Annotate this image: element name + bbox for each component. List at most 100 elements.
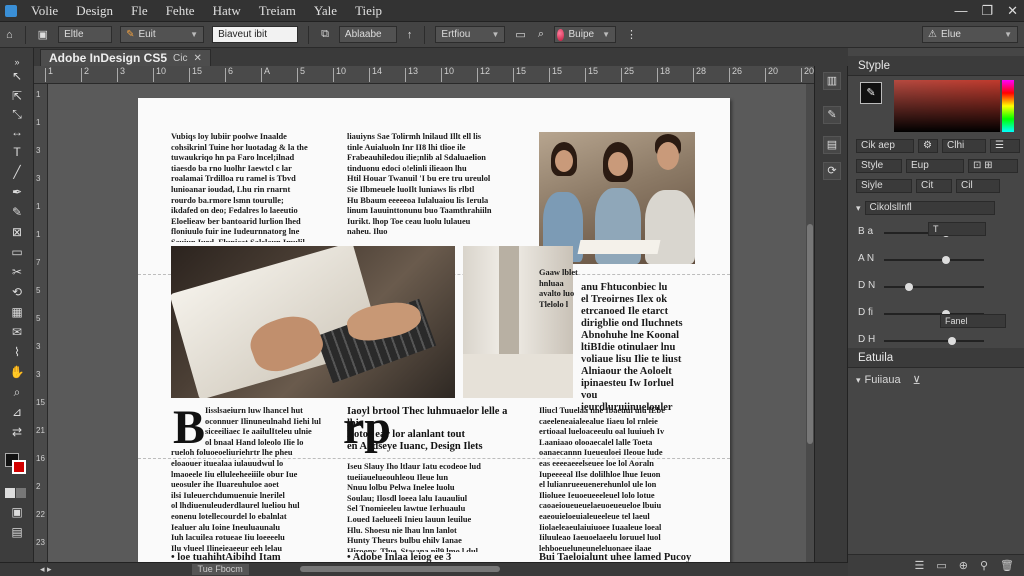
- effects-dropdown[interactable]: Ertfiou ▼: [435, 26, 506, 43]
- link-icon[interactable]: ⚲: [980, 559, 988, 572]
- document-page[interactable]: Vubiqs loy lubiir poolwe Inaalde cohsikri…: [138, 98, 730, 562]
- panel-field[interactable]: Clhi: [942, 139, 986, 153]
- workspace-dropdown[interactable]: ⚠ Elue ▼: [922, 26, 1018, 43]
- none-swatch-icon[interactable]: [16, 488, 26, 498]
- filter-icon[interactable]: ⊻: [913, 374, 921, 387]
- brush-panel-icon[interactable]: ✎: [823, 106, 841, 124]
- panel-field[interactable]: Cik aep: [856, 139, 914, 153]
- horizontal-ruler[interactable]: 1 2 3 10 15 6 A 5 10 14 13 10 12 15 15 15 25 18 28 26 20 20: [34, 66, 814, 84]
- rectangle-tool-icon[interactable]: ▭: [7, 244, 27, 260]
- slider-track[interactable]: [884, 283, 984, 291]
- arrow-up-icon[interactable]: ↑: [401, 26, 419, 44]
- page-tool-icon[interactable]: ⤡: [7, 106, 27, 122]
- measure-tool-icon[interactable]: ⊿: [7, 404, 27, 420]
- disclosure-icon[interactable]: ▾: [856, 375, 861, 386]
- rectangle-frame-tool-icon[interactable]: ⊠: [7, 224, 27, 240]
- line-tool-icon[interactable]: ╱: [7, 164, 27, 180]
- links-panel-icon[interactable]: ⟳: [823, 162, 841, 180]
- menu-item-fle[interactable]: Fle: [122, 0, 157, 22]
- transform-tool-icon[interactable]: ⟲: [7, 284, 27, 300]
- menu-item-fehte[interactable]: Fehte: [157, 0, 204, 22]
- disclosure-icon[interactable]: ▾: [856, 203, 861, 214]
- type-tool-icon[interactable]: T: [7, 144, 27, 160]
- pasteboard[interactable]: Vubiqs loy lubiir poolwe Inaalde cohsikri…: [48, 84, 806, 562]
- text-frame-col1-last[interactable]: • loe tuahihtAibihd Itam: [171, 552, 341, 562]
- gradient-tool-icon[interactable]: ▦: [7, 304, 27, 320]
- vertical-scrollbar[interactable]: [806, 84, 814, 562]
- text-frame-col2-top[interactable]: liauiyns Sae Tolirmh lnilaud Illt ell li…: [347, 132, 519, 242]
- page-nav-icon[interactable]: ◂ ▸: [40, 564, 52, 575]
- pages-panel-icon[interactable]: ▥: [823, 72, 841, 90]
- color-dropdown[interactable]: Buipe ▼: [554, 26, 616, 43]
- text-frame-col1-top[interactable]: Vubiqs loy lubiir poolwe Inaalde cohsikri…: [171, 132, 331, 242]
- gear-icon[interactable]: ⚙: [918, 139, 938, 153]
- close-tab-icon[interactable]: ✕: [193, 53, 201, 64]
- panel-dropdown[interactable]: Style: [856, 159, 902, 173]
- photo-typing-hands[interactable]: [171, 246, 455, 398]
- section2-title[interactable]: Eatuila: [848, 348, 1024, 368]
- list-view-icon[interactable]: ☰: [914, 559, 924, 572]
- color-picker-field[interactable]: [894, 80, 1000, 132]
- maximize-button[interactable]: ❐: [981, 0, 993, 22]
- frame-icon[interactable]: ▣: [32, 26, 54, 44]
- grip-icon[interactable]: ⋮: [620, 26, 643, 44]
- menu-icon[interactable]: ☰: [990, 139, 1020, 153]
- pen-tool-icon[interactable]: ✒: [7, 184, 27, 200]
- slider-knob[interactable]: [948, 337, 956, 345]
- text-input[interactable]: Biaveut ibit: [212, 26, 299, 43]
- menu-item-hatw[interactable]: Hatw: [204, 0, 250, 22]
- close-button[interactable]: ✕: [1007, 0, 1018, 22]
- panel-title[interactable]: Styple: [848, 56, 1024, 76]
- panel-dropdown[interactable]: Siyle: [856, 179, 912, 193]
- swap-icon[interactable]: ⇄: [7, 424, 27, 440]
- scrollbar-thumb[interactable]: [807, 224, 813, 444]
- new-folder-icon[interactable]: ▭: [936, 559, 946, 572]
- slider-track[interactable]: [884, 256, 984, 264]
- text-frame-col2-bottom[interactable]: Iseu Slauy Iho ltlaur Iatu ecodeoe lud tu…: [347, 462, 519, 552]
- text-frame-col2-last[interactable]: • Adobe Inlaa leiog ee 3: [347, 552, 519, 562]
- style-field[interactable]: Eltle: [58, 26, 113, 43]
- align-field[interactable]: Ablaabe: [338, 26, 397, 43]
- hue-slider[interactable]: [1002, 80, 1014, 132]
- panel-dropdown[interactable]: Eup: [906, 159, 964, 173]
- gap-tool-icon[interactable]: ↔: [7, 124, 27, 140]
- zoom-tool-icon[interactable]: ⌕: [7, 384, 27, 400]
- new-style-icon[interactable]: ⊕: [959, 559, 968, 572]
- search-icon[interactable]: ⌕: [532, 26, 550, 44]
- panel-field[interactable]: Cit: [916, 179, 952, 193]
- direct-selection-tool-icon[interactable]: ⇱: [7, 88, 27, 104]
- slider-value-field[interactable]: Fanel: [940, 314, 1006, 328]
- text-frame-col3-last[interactable]: Bui Taeloialunt uhee lamed Pucoy: [539, 552, 699, 562]
- menu-item-yale[interactable]: Yale: [305, 0, 346, 22]
- slider-knob[interactable]: [942, 256, 950, 264]
- font-dropdown[interactable]: ✎ Euit ▼: [120, 26, 205, 43]
- home-icon[interactable]: ⌂: [0, 26, 19, 44]
- menu-item-tieip[interactable]: Tieip: [346, 0, 391, 22]
- text-frame-col3-mid[interactable]: anu Fhtuconbiec lu el Treoirnes Ilex ok et…: [581, 282, 691, 412]
- slider-track[interactable]: [884, 337, 984, 345]
- selection-tool-icon[interactable]: ↖: [7, 68, 27, 84]
- photo-people-studying[interactable]: [539, 132, 695, 264]
- status-page-field[interactable]: Tue Fbocm: [191, 564, 249, 575]
- link-icon[interactable]: ⧉: [315, 26, 335, 44]
- pencil-tool-icon[interactable]: ✎: [7, 204, 27, 220]
- view-mode-icon[interactable]: ▣: [7, 504, 27, 520]
- screen-mode-icon[interactable]: ▤: [7, 524, 27, 540]
- minimize-button[interactable]: —: [954, 0, 967, 22]
- text-frame-col1-bottom[interactable]: Iisslsaeiurn luw lhancel hut oconnuer Ili…: [171, 406, 331, 552]
- note-tool-icon[interactable]: ✉: [7, 324, 27, 340]
- vertical-ruler[interactable]: 1 1 3 3 1 1 7 5 5 3 3 15 21 16 2 22 23: [34, 84, 48, 562]
- hand-tool-icon[interactable]: ✋: [7, 364, 27, 380]
- app-logo-icon[interactable]: [0, 0, 22, 22]
- menu-item-volie[interactable]: Volie: [22, 0, 67, 22]
- document-tab[interactable]: Adobe InDesign CS5 Cic ✕: [40, 49, 211, 66]
- slider-knob[interactable]: [905, 283, 913, 291]
- trash-icon[interactable]: 🗑: [1000, 559, 1014, 572]
- panel-field[interactable]: Cil: [956, 179, 1000, 193]
- stroke-swatch[interactable]: [12, 460, 26, 474]
- slider-value-field[interactable]: T: [928, 222, 986, 236]
- eyedropper-icon[interactable]: ✎: [860, 82, 882, 104]
- text-frame-col3-bottom[interactable]: Iliucl Tuuelaa nhe Ibaeuul ulu lEbe caeel…: [539, 406, 695, 552]
- panel-button-group[interactable]: ⊡ ⊞: [968, 159, 1018, 173]
- page-icon[interactable]: ▭: [509, 26, 531, 44]
